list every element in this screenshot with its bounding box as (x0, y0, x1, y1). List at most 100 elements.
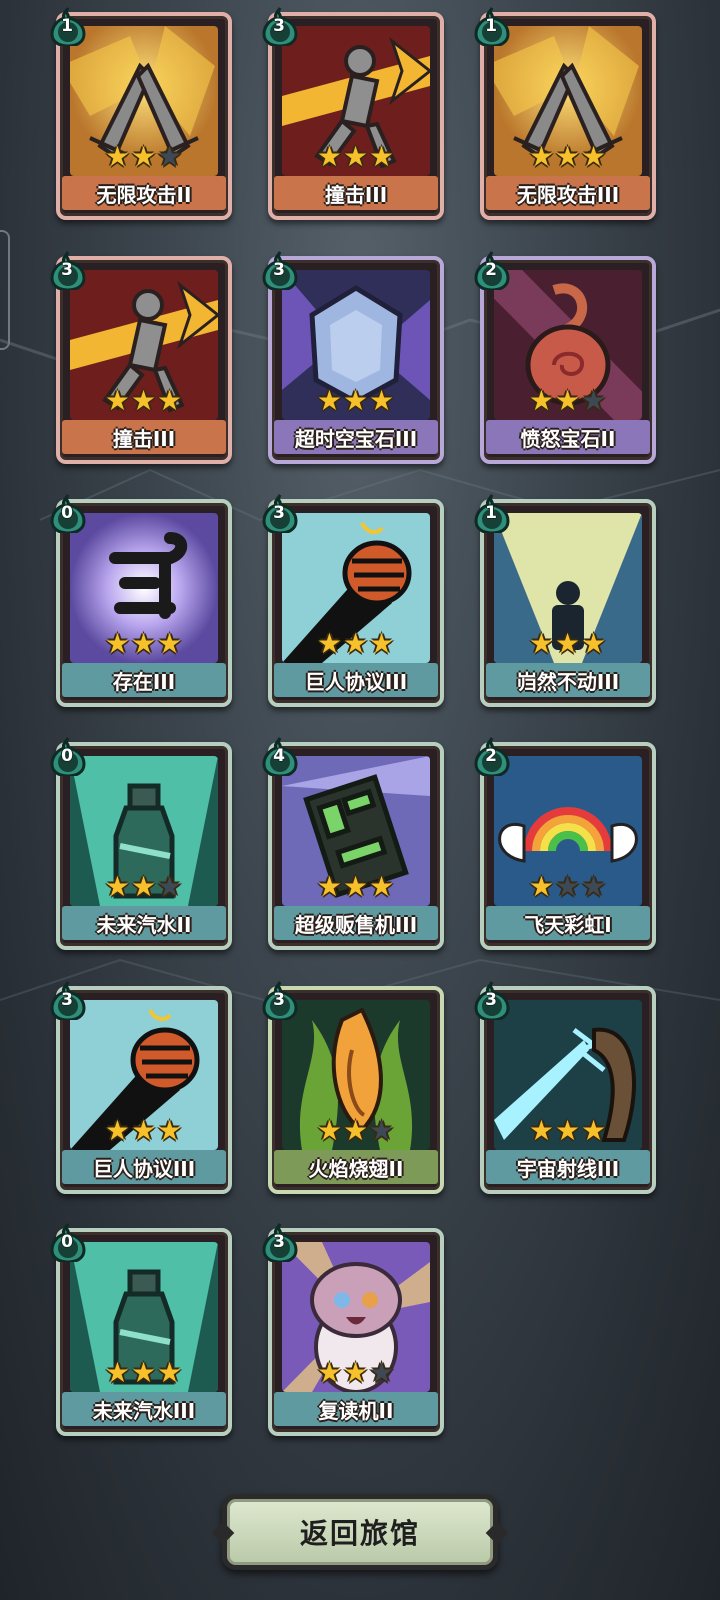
energy-cost-icon: 1 (474, 6, 510, 48)
skill-card[interactable]: ★★★ 巨人协议III 3 (50, 980, 232, 1194)
skill-card[interactable]: ★★★ 超级贩售机III 4 (262, 736, 444, 950)
star-filled-icon: ★ (130, 870, 158, 903)
energy-cost-icon: 0 (50, 736, 86, 778)
energy-cost-value: 1 (61, 16, 73, 36)
card-name: 无限攻击III (486, 176, 650, 210)
card-name: 超时空宝石III (274, 420, 438, 454)
skill-card[interactable]: ★★★ 巨人协议III 3 (262, 493, 444, 707)
energy-cost-value: 3 (61, 260, 73, 280)
star-filled-icon: ★ (130, 140, 158, 173)
star-filled-icon: ★ (316, 870, 343, 903)
star-filled-icon: ★ (157, 384, 184, 417)
star-filled-icon: ★ (369, 384, 396, 417)
skill-card[interactable]: ★★★ 未来汽水II 0 (50, 736, 232, 950)
energy-cost-value: 2 (485, 260, 497, 280)
star-filled-icon: ★ (581, 1114, 608, 1147)
energy-cost-value: 1 (485, 503, 497, 523)
energy-cost-icon: 2 (474, 736, 510, 778)
energy-cost-value: 2 (485, 746, 497, 766)
star-filled-icon: ★ (157, 627, 184, 660)
energy-cost-value: 3 (273, 503, 285, 523)
star-filled-icon: ★ (554, 1114, 582, 1147)
energy-cost-icon: 3 (50, 980, 86, 1022)
star-rating: ★★★ (272, 629, 440, 659)
star-filled-icon: ★ (157, 1114, 184, 1147)
energy-cost-icon: 3 (474, 980, 510, 1022)
energy-cost-value: 0 (61, 1232, 73, 1252)
skill-card[interactable]: ★★★ 复读机II 3 (262, 1222, 444, 1436)
card-name: 撞击III (62, 420, 226, 454)
star-rating: ★★★ (484, 629, 652, 659)
skill-card[interactable]: ★★★ 超时空宝石III 3 (262, 250, 444, 464)
star-filled-icon: ★ (554, 627, 582, 660)
star-filled-icon: ★ (130, 384, 158, 417)
star-filled-icon: ★ (554, 384, 582, 417)
energy-cost-value: 3 (273, 1232, 285, 1252)
skill-card[interactable]: ★★★ 无限攻击III 1 (474, 6, 656, 220)
star-filled-icon: ★ (342, 1356, 370, 1389)
star-empty-icon: ★ (554, 870, 582, 903)
star-rating: ★★★ (60, 142, 228, 172)
star-filled-icon: ★ (369, 627, 396, 660)
star-filled-icon: ★ (581, 627, 608, 660)
energy-cost-icon: 2 (474, 250, 510, 292)
star-filled-icon: ★ (316, 140, 343, 173)
skill-card[interactable]: ★★★ 未来汽水III 0 (50, 1222, 232, 1436)
skill-card[interactable]: ★★★ 火焰烧翅II 3 (262, 980, 444, 1194)
star-filled-icon: ★ (528, 627, 555, 660)
card-name: 无限攻击II (62, 176, 226, 210)
card-name: 未来汽水II (62, 906, 226, 940)
star-rating: ★★★ (60, 1358, 228, 1388)
energy-cost-icon: 0 (50, 493, 86, 535)
return-to-inn-button[interactable]: 返回旅馆 (222, 1494, 498, 1570)
energy-cost-icon: 3 (262, 6, 298, 48)
star-rating: ★★★ (484, 1116, 652, 1146)
skill-card[interactable]: ★★★ 无限攻击II 1 (50, 6, 232, 220)
energy-cost-icon: 3 (50, 250, 86, 292)
card-name: 巨人协议III (62, 1150, 226, 1184)
star-filled-icon: ★ (554, 140, 582, 173)
star-empty-icon: ★ (157, 870, 184, 903)
star-filled-icon: ★ (528, 140, 555, 173)
star-filled-icon: ★ (342, 1114, 370, 1147)
star-filled-icon: ★ (104, 1356, 131, 1389)
star-filled-icon: ★ (130, 1356, 158, 1389)
energy-cost-icon: 0 (50, 1222, 86, 1264)
star-filled-icon: ★ (316, 627, 343, 660)
energy-cost-value: 3 (273, 16, 285, 36)
energy-cost-icon: 3 (262, 493, 298, 535)
skill-card[interactable]: ★★★ 飞天彩虹I 2 (474, 736, 656, 950)
star-rating: ★★★ (60, 872, 228, 902)
star-empty-icon: ★ (581, 384, 608, 417)
energy-cost-icon: 4 (262, 736, 298, 778)
skill-card[interactable]: ★★★ 撞击III 3 (262, 6, 444, 220)
star-filled-icon: ★ (581, 140, 608, 173)
star-rating: ★★★ (272, 872, 440, 902)
energy-cost-value: 0 (61, 746, 73, 766)
star-filled-icon: ★ (130, 1114, 158, 1147)
star-filled-icon: ★ (342, 870, 370, 903)
card-name: 存在III (62, 663, 226, 697)
star-rating: ★★★ (484, 142, 652, 172)
star-rating: ★★★ (272, 1358, 440, 1388)
energy-cost-value: 3 (273, 260, 285, 280)
energy-cost-value: 3 (273, 990, 285, 1010)
star-filled-icon: ★ (104, 870, 131, 903)
card-name: 撞击III (274, 176, 438, 210)
card-collection-grid: ★★★ 无限攻击II 1 ★★★ 撞击III 3 ★★★ 无限攻击III 1 ★★★ 撞击III 3 ★… (0, 0, 720, 1460)
skill-card[interactable]: ★★★ 撞击III 3 (50, 250, 232, 464)
skill-card[interactable]: ★★★ 存在III 0 (50, 493, 232, 707)
star-rating: ★★★ (60, 386, 228, 416)
energy-cost-icon: 1 (50, 6, 86, 48)
card-name: 飞天彩虹I (486, 906, 650, 940)
star-filled-icon: ★ (316, 1356, 343, 1389)
star-filled-icon: ★ (130, 627, 158, 660)
star-filled-icon: ★ (104, 140, 131, 173)
star-filled-icon: ★ (342, 384, 370, 417)
skill-card[interactable]: ★★★ 愤怒宝石II 2 (474, 250, 656, 464)
star-filled-icon: ★ (369, 870, 396, 903)
energy-cost-icon: 1 (474, 493, 510, 535)
skill-card[interactable]: ★★★ 宇宙射线III 3 (474, 980, 656, 1194)
skill-card[interactable]: ★★★ 岿然不动III 1 (474, 493, 656, 707)
star-filled-icon: ★ (316, 1114, 343, 1147)
